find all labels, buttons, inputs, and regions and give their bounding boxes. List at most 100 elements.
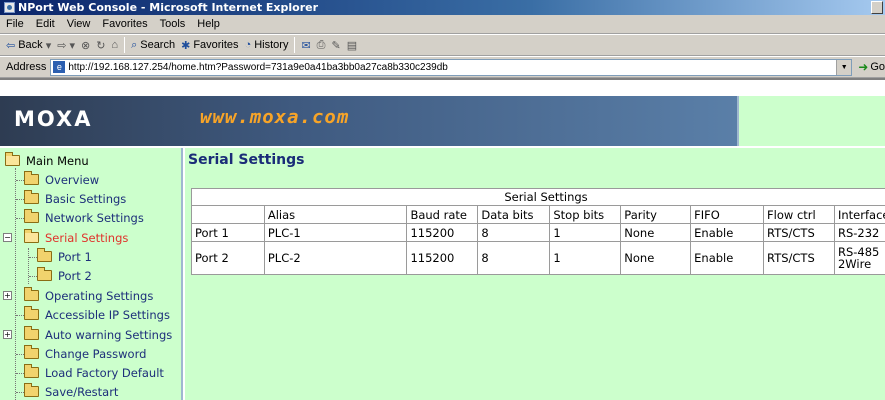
page-title: Serial Settings [188,152,305,168]
menu-file[interactable]: File [6,18,24,30]
window-title: NPort Web Console - Microsoft Internet E… [18,1,319,14]
sidebar-item-basic-settings[interactable]: Basic Settings [24,189,126,208]
table-cell: 1 [549,241,622,275]
sidebar-item-load-factory-default[interactable]: Load Factory Default [24,363,164,382]
discuss-icon[interactable]: ▤ [347,39,357,52]
go-button[interactable]: ➜ Go [858,60,885,74]
sidebar-item-label: Basic Settings [45,191,127,206]
tree-line [16,199,24,200]
folder-open-icon [5,152,20,166]
sidebar-item-main-menu[interactable]: Main Menu [5,151,89,170]
address-bar: Address e http://192.168.127.254/home.ht… [0,56,885,78]
mail-icon[interactable]: ✉ [301,39,310,52]
folder-icon [24,190,39,204]
sidebar-item-label: Port 1 [58,249,92,264]
back-button[interactable]: ⇦ Back ▾ [6,39,51,52]
table-header-row: Alias Baud rate Data bits Stop bits Pari… [191,205,885,224]
menu-view[interactable]: View [67,18,91,30]
table-cell: RTS/CTS [763,223,835,242]
table-cell: RTS/CTS [763,241,835,275]
home-icon[interactable]: ⌂ [111,39,118,51]
table-cell: PLC-2 [263,241,408,275]
table-row: Port 2 PLC-2 115200 8 1 None Enable RTS/… [191,241,885,275]
moxa-logo: MOXA [14,107,93,131]
serial-settings-table: Serial Settings Alias Baud rate Data bit… [191,188,885,275]
folder-icon [24,383,39,397]
ie-app-icon [4,2,15,13]
toolbar-separator [124,37,126,53]
column-header: Alias [263,205,408,224]
sidebar-item-network-settings[interactable]: Network Settings [24,208,144,227]
sidebar-item-overview[interactable]: Overview [24,170,99,189]
sidebar-item-serial-settings[interactable]: Serial Settings [24,228,128,247]
sidebar-item-label: Operating Settings [45,288,154,303]
sidebar-item-label: Serial Settings [45,230,129,245]
folder-icon [24,364,39,378]
menu-tools[interactable]: Tools [160,18,186,30]
table-cell: Enable [690,241,765,275]
column-header: Baud rate [406,205,479,224]
back-arrow-icon: ⇦ [6,39,16,52]
forward-button[interactable]: ⇨ ▾ [57,39,75,52]
tree-line [16,218,24,219]
refresh-icon[interactable]: ↻ [96,39,105,52]
tree-line [15,168,16,400]
minimize-button[interactable] [871,1,883,14]
menu-favorites[interactable]: Favorites [102,18,147,30]
table-cell: 1 [549,223,622,242]
address-url: http://192.168.127.254/home.htm?Password… [68,61,448,73]
menu-bar: File Edit View Favorites Tools Help [0,15,885,34]
tree-line [16,373,24,374]
table-cell: 8 [477,241,551,275]
moxa-banner: MOXA www.moxa.com [0,96,885,146]
expand-toggle-icon[interactable]: + [3,330,12,339]
sidebar-item-label: Accessible IP Settings [45,307,170,322]
menu-edit[interactable]: Edit [36,18,55,30]
sidebar-item-label: Auto warning Settings [45,327,173,342]
banner-url: www.moxa.com [200,106,350,128]
folder-icon [24,209,39,223]
column-header: FIFO [690,205,765,224]
sidebar-item-change-password[interactable]: Change Password [24,344,146,363]
folder-icon [37,267,52,281]
search-label: Search [140,39,176,51]
sidebar-item-label: Save/Restart [45,384,119,399]
search-button[interactable]: ⌕ Search [131,39,175,52]
stop-icon[interactable]: ⊗ [81,39,90,52]
sidebar-item-port-2[interactable]: Port 2 [37,266,92,285]
sidebar-item-port-1[interactable]: Port 1 [37,247,92,266]
go-label: Go [870,61,885,73]
back-label: Back [18,39,43,51]
address-input[interactable]: e http://192.168.127.254/home.htm?Passwo… [50,58,853,76]
favorites-icon: ✱ [181,39,191,52]
dropdown-arrow-icon[interactable]: ▾ [46,39,52,52]
sidebar-item-save-restart[interactable]: Save/Restart [24,382,118,400]
dropdown-arrow-icon[interactable]: ▾ [69,39,75,52]
table-caption-row: Serial Settings [191,188,885,206]
table-cell: None [620,241,692,275]
history-icon: ◔ [244,39,252,51]
menu-help[interactable]: Help [197,18,220,30]
sidebar-item-operating-settings[interactable]: Operating Settings [24,286,153,305]
sidebar-item-auto-warning-settings[interactable]: Auto warning Settings [24,325,172,344]
table-cell: RS-232 [833,223,885,242]
sidebar-item-label: Overview [45,172,100,187]
print-icon[interactable]: ⎙ [317,39,326,52]
search-icon: ⌕ [131,38,138,51]
address-dropdown-icon[interactable]: ▼ [836,59,852,75]
table-cell: PLC-1 [263,223,408,242]
favorites-button[interactable]: ✱ Favorites [181,39,238,52]
expand-toggle-icon[interactable]: + [3,291,12,300]
folder-open-icon [24,229,39,243]
tree-line [16,354,24,355]
forward-arrow-icon: ⇨ [57,39,67,52]
tree-line [29,276,37,277]
column-header: Parity [620,205,692,224]
table-cell: 115200 [406,223,479,242]
folder-icon [24,171,39,185]
tree-line [16,392,24,393]
edit-icon[interactable]: ✎ [331,39,340,52]
sidebar-item-accessible-ip-settings[interactable]: Accessible IP Settings [24,305,170,324]
history-button[interactable]: ◔ History [245,39,289,51]
collapse-toggle-icon[interactable]: − [3,233,12,242]
